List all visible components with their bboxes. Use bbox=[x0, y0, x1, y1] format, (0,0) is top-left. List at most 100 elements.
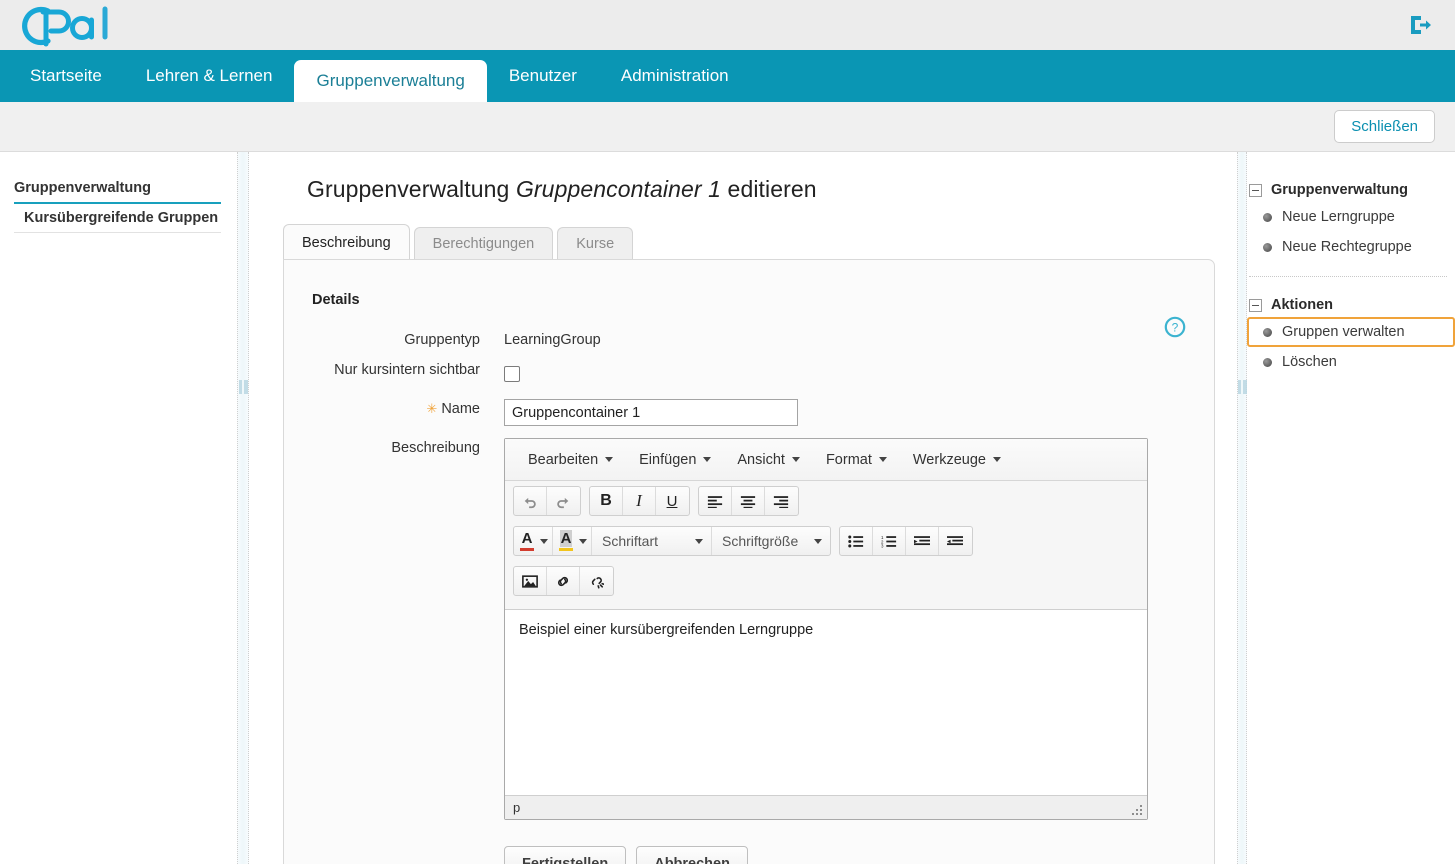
toolbar-group-insert bbox=[513, 566, 614, 596]
font-size-label: Schriftgröße bbox=[722, 533, 798, 549]
sidebar-item-gruppenverwaltung[interactable]: Gruppenverwaltung bbox=[0, 174, 237, 202]
rich-text-editor: Bearbeiten Einfügen Ansicht bbox=[504, 438, 1148, 820]
toolbar-group-colors-fonts: A A bbox=[513, 526, 831, 556]
checkbox-nur-kursintern-sichtbar-wrap bbox=[504, 360, 520, 387]
editor-content-area[interactable]: Beispiel einer kursübergreifenden Lerngr… bbox=[505, 609, 1147, 795]
right-section-aktionen: Aktionen Gruppen verwalten Löschen bbox=[1247, 293, 1455, 377]
nav-item-administration[interactable]: Administration bbox=[599, 50, 751, 102]
nav-item-startseite[interactable]: Startseite bbox=[8, 50, 124, 102]
tab-kurse[interactable]: Kurse bbox=[557, 227, 633, 260]
page-title: Gruppenverwaltung Gruppencontainer 1 edi… bbox=[307, 176, 1237, 203]
page-title-suffix: editieren bbox=[728, 176, 817, 202]
font-size-select[interactable]: Schriftgröße bbox=[711, 527, 830, 555]
outdent-icon[interactable] bbox=[939, 527, 972, 555]
background-color-icon[interactable]: A bbox=[552, 527, 591, 555]
right-sidebar: Gruppenverwaltung Neue Lerngruppe Neue R… bbox=[1237, 152, 1455, 864]
right-sidebar-wrap: Gruppenverwaltung Neue Lerngruppe Neue R… bbox=[1237, 152, 1455, 864]
menu-format[interactable]: Format bbox=[813, 447, 900, 473]
numbered-list-icon[interactable]: 123 bbox=[873, 527, 906, 555]
nav-item-gruppenverwaltung[interactable]: Gruppenverwaltung bbox=[294, 60, 486, 102]
insert-image-icon[interactable] bbox=[514, 567, 547, 595]
form-row-gruppentyp: Gruppentyp LearningGroup bbox=[284, 330, 1214, 348]
submit-button[interactable]: Fertigstellen bbox=[504, 846, 626, 864]
chevron-down-icon bbox=[695, 539, 703, 544]
editor-toolbar-row-1: B I U bbox=[505, 481, 1147, 526]
italic-icon[interactable]: I bbox=[623, 487, 656, 515]
right-panel-resize-handle[interactable] bbox=[1237, 152, 1247, 864]
sidebar-item-kursuebergreifende-gruppen[interactable]: Kursübergreifende Gruppen bbox=[0, 204, 237, 232]
align-left-icon[interactable] bbox=[699, 487, 732, 515]
right-item-label: Gruppen verwalten bbox=[1282, 324, 1405, 340]
chevron-down-icon bbox=[703, 457, 711, 462]
form-actions: Fertigstellen Abbrechen bbox=[504, 846, 1214, 864]
undo-icon[interactable] bbox=[514, 487, 547, 515]
collapse-minus-icon[interactable] bbox=[1249, 184, 1262, 197]
name-input[interactable] bbox=[504, 399, 798, 426]
content-panel: Details ? Gruppentyp LearningGroup Nur k… bbox=[283, 259, 1215, 864]
redo-icon[interactable] bbox=[547, 487, 580, 515]
bullet-icon bbox=[1263, 243, 1272, 252]
underline-icon[interactable]: U bbox=[656, 487, 689, 515]
menu-ansicht[interactable]: Ansicht bbox=[724, 447, 813, 473]
editor-statusbar: p bbox=[505, 795, 1147, 819]
right-section-title: Aktionen bbox=[1271, 297, 1333, 313]
indent-icon[interactable] bbox=[906, 527, 939, 555]
collapse-minus-icon[interactable] bbox=[1249, 299, 1262, 312]
label-gruppentyp: Gruppentyp bbox=[284, 330, 480, 348]
label-name: ✳ Name bbox=[284, 399, 480, 417]
cancel-button[interactable]: Abbrechen bbox=[636, 846, 748, 864]
editor-toolbar-row-3 bbox=[505, 566, 1147, 609]
form-row-beschreibung: Beschreibung Bearbeiten Einfügen bbox=[284, 438, 1214, 820]
left-panel-resize-handle[interactable] bbox=[237, 152, 249, 864]
nav-item-benutzer[interactable]: Benutzer bbox=[487, 50, 599, 102]
bold-icon[interactable]: B bbox=[590, 487, 623, 515]
bullet-list-icon[interactable] bbox=[840, 527, 873, 555]
close-button[interactable]: Schließen bbox=[1334, 110, 1435, 143]
editor-paragraph: Beispiel einer kursübergreifenden Lerngr… bbox=[519, 622, 1133, 638]
menu-bearbeiten-label: Bearbeiten bbox=[528, 452, 598, 468]
sidebar-separator bbox=[14, 232, 221, 233]
right-section-title: Gruppenverwaltung bbox=[1271, 182, 1408, 198]
unlink-icon[interactable] bbox=[580, 567, 613, 595]
right-item-label: Neue Lerngruppe bbox=[1282, 209, 1395, 225]
tab-berechtigungen[interactable]: Berechtigungen bbox=[414, 227, 554, 260]
label-beschreibung: Beschreibung bbox=[284, 438, 480, 456]
toolbar-group-lists: 123 bbox=[839, 526, 973, 556]
right-item-loeschen[interactable]: Löschen bbox=[1247, 347, 1455, 377]
left-sidebar: Gruppenverwaltung Kursübergreifende Grup… bbox=[0, 152, 237, 864]
right-section-header-aktionen[interactable]: Aktionen bbox=[1247, 293, 1455, 317]
main-content: Gruppenverwaltung Gruppencontainer 1 edi… bbox=[249, 152, 1237, 864]
right-item-neue-lerngruppe[interactable]: Neue Lerngruppe bbox=[1247, 202, 1455, 232]
right-item-gruppen-verwalten[interactable]: Gruppen verwalten bbox=[1247, 317, 1455, 347]
checkbox-nur-kursintern-sichtbar[interactable] bbox=[504, 366, 520, 382]
right-sidebar-divider bbox=[1249, 276, 1447, 277]
bullet-icon bbox=[1263, 358, 1272, 367]
menu-einfuegen[interactable]: Einfügen bbox=[626, 447, 724, 473]
tab-bar: Beschreibung Berechtigungen Kurse bbox=[283, 223, 1237, 259]
editor-wrap: Bearbeiten Einfügen Ansicht bbox=[504, 438, 1148, 820]
chevron-down-icon bbox=[879, 457, 887, 462]
right-item-neue-rechtegruppe[interactable]: Neue Rechtegruppe bbox=[1247, 232, 1455, 262]
nav-item-lehren-lernen[interactable]: Lehren & Lernen bbox=[124, 50, 295, 102]
tab-beschreibung[interactable]: Beschreibung bbox=[283, 224, 410, 260]
right-section-gruppenverwaltung: Gruppenverwaltung Neue Lerngruppe Neue R… bbox=[1247, 178, 1455, 262]
font-family-select[interactable]: Schriftart bbox=[591, 527, 711, 555]
align-center-icon[interactable] bbox=[732, 487, 765, 515]
form-row-name: ✳ Name bbox=[284, 399, 1214, 426]
help-icon[interactable]: ? bbox=[1164, 316, 1186, 338]
menu-format-label: Format bbox=[826, 452, 872, 468]
right-section-header-gruppenverwaltung[interactable]: Gruppenverwaltung bbox=[1247, 178, 1455, 202]
text-color-icon[interactable]: A bbox=[514, 527, 552, 555]
menu-werkzeuge[interactable]: Werkzeuge bbox=[900, 447, 1014, 473]
align-right-icon[interactable] bbox=[765, 487, 798, 515]
main-navigation: Startseite Lehren & Lernen Gruppenverwal… bbox=[0, 50, 1455, 102]
chevron-down-icon bbox=[605, 457, 613, 462]
value-gruppentyp: LearningGroup bbox=[504, 330, 601, 348]
logout-icon[interactable] bbox=[1407, 12, 1433, 38]
svg-text:?: ? bbox=[1172, 320, 1179, 334]
editor-menubar: Bearbeiten Einfügen Ansicht bbox=[505, 439, 1147, 481]
editor-resize-handle-icon[interactable] bbox=[1132, 804, 1143, 815]
insert-link-icon[interactable] bbox=[547, 567, 580, 595]
label-name-text: Name bbox=[441, 401, 480, 417]
menu-bearbeiten[interactable]: Bearbeiten bbox=[515, 447, 626, 473]
